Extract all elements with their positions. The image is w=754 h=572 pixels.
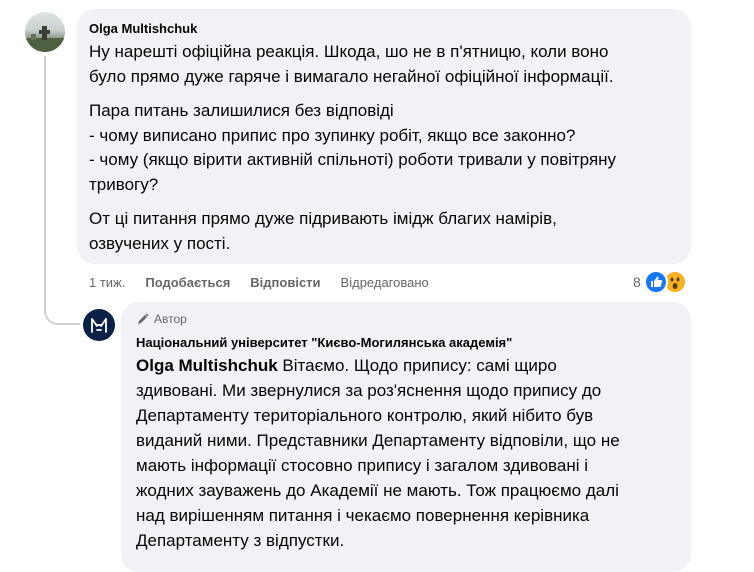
- comment-paragraph: Пара питань залишилися без відповіді - ч…: [89, 101, 617, 194]
- reply-button[interactable]: Відповісти: [250, 275, 320, 290]
- avatar[interactable]: [25, 12, 65, 52]
- like-button[interactable]: Подобається: [145, 275, 230, 290]
- comment-bubble: Olga Multishchuk Ну нарешті офіційна реа…: [77, 9, 691, 264]
- reaction-summary[interactable]: 8: [633, 270, 687, 294]
- reaction-count: 8: [633, 274, 641, 290]
- comment-paragraph: От ці питання прямо дуже підривають імід…: [89, 209, 557, 253]
- reply-text: Olga Multishchuk Вітаємо. Щодо припису: …: [136, 353, 679, 553]
- university-logo-icon: [91, 318, 107, 333]
- author-badge-label: Автор: [154, 312, 187, 326]
- university-avatar[interactable]: [83, 309, 115, 341]
- thread-line-vertical: [44, 56, 46, 301]
- edited-label: Відредаговано: [340, 274, 429, 290]
- author-badge: Автор: [136, 310, 679, 328]
- comment-text: Ну нарешті офіційна реакція. Шкода, шо н…: [89, 40, 679, 256]
- comment-paragraph: Ну нарешті офіційна реакція. Шкода, шо н…: [89, 42, 614, 86]
- pencil-icon: [138, 313, 149, 324]
- like-icon: [643, 270, 668, 294]
- reply-body: Вітаємо. Щодо припису: самі щиро здивова…: [136, 356, 620, 550]
- thread-line-curve: [44, 299, 80, 325]
- reply-bubble: Автор Національний університет "Києво-Мо…: [121, 302, 691, 572]
- comment-time[interactable]: 1 тиж.: [89, 275, 125, 290]
- reply-author[interactable]: Національний університет "Києво-Могилянс…: [136, 334, 679, 351]
- comment-author[interactable]: Olga Multishchuk: [89, 20, 679, 37]
- mentioned-user-tag[interactable]: Olga Multishchuk: [136, 356, 278, 375]
- comment-actions: 1 тиж. Подобається Відповісти Відредагов…: [89, 273, 449, 291]
- avatar-photo: [25, 26, 65, 52]
